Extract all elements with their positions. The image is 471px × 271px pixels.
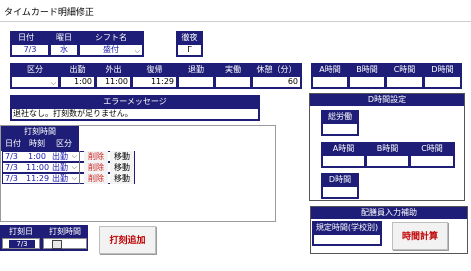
punch-col-kind: 区分 (50, 138, 78, 149)
delete-button[interactable]: 削除 (84, 162, 108, 173)
panel-a-field[interactable] (322, 155, 365, 167)
panel-b-header: B時間 (366, 143, 409, 154)
panel-d-label: D時間 (322, 174, 358, 185)
shukkin-field[interactable]: 1:00 (60, 76, 95, 88)
punch-date: 7/3 (5, 174, 18, 183)
b-time-field[interactable] (349, 76, 385, 88)
move-button[interactable]: 移動 (110, 162, 134, 173)
punch-time[interactable]: 1:00 (28, 151, 46, 162)
dist-field-label: 規定時間(学校別) (313, 222, 381, 233)
punch-kind: 出勤 (52, 152, 68, 161)
punch-time[interactable]: 11:00 (26, 162, 49, 173)
c-time-header: C時間 (386, 64, 423, 75)
title-bar: タイムカード明細修正 (0, 0, 471, 22)
add-punch-button[interactable]: 打刻追加 (99, 226, 156, 254)
shift-value: 盛付 (103, 45, 119, 54)
total-label: 総労働 (322, 111, 358, 122)
b-time-header: B時間 (349, 64, 385, 75)
punch-col-time: 時刻 (25, 138, 49, 149)
delete-button[interactable]: 削除 (84, 151, 108, 162)
punch-kind: 出勤 (52, 163, 68, 172)
punch-kind-select[interactable]: 出勤 ⌵ (52, 162, 80, 173)
add-time-label: 打刻時間 (43, 226, 87, 237)
date-label: 日付 (11, 32, 41, 43)
calendar-icon[interactable] (52, 240, 62, 249)
night-checkbox[interactable]: Γ (177, 44, 202, 56)
punch-kind: 出勤 (52, 174, 68, 183)
panel-c-header: C時間 (410, 143, 454, 154)
weekday-label: 曜日 (53, 32, 75, 43)
col-header-gaishutsu: 外出 (96, 64, 131, 75)
date-field[interactable]: 7/3 (11, 44, 49, 56)
chevron-down-icon: ⌵ (71, 163, 77, 171)
col-header-break: 休憩（分） (252, 64, 301, 75)
panel-b-field[interactable] (366, 155, 409, 167)
kubun-select[interactable]: ⌵ (11, 76, 59, 88)
time-calc-button[interactable]: 時間計算 (392, 222, 448, 250)
col-header-shukkin: 出勤 (60, 64, 95, 75)
break-field[interactable]: 60 (252, 76, 301, 88)
d-time-field[interactable] (424, 76, 461, 88)
punch-kind-select[interactable]: 出勤 ⌵ (52, 173, 80, 184)
punch-col-date: 日付 (2, 138, 24, 149)
chevron-down-icon: ⌵ (50, 79, 56, 87)
night-label: 徹夜 (177, 32, 202, 43)
shift-select[interactable]: 盛付 ⌵ (79, 44, 143, 56)
jitsudo-field[interactable] (215, 76, 251, 88)
move-button[interactable]: 移動 (110, 151, 134, 162)
window-title: タイムカード明細修正 (4, 8, 94, 18)
col-header-taikin: 退勤 (178, 64, 214, 75)
move-button[interactable]: 移動 (110, 173, 134, 184)
punch-date: 7/3 (5, 163, 18, 172)
chevron-down-icon: ⌵ (71, 174, 77, 182)
punch-list-title: 打刻時間 (1, 126, 79, 138)
total-field[interactable] (322, 123, 358, 135)
dtime-panel-title: D時間設定 (310, 94, 464, 106)
delete-button[interactable]: 削除 (84, 173, 108, 184)
col-header-jitsudo: 実働 (215, 64, 251, 75)
add-time-field[interactable] (43, 238, 87, 249)
dist-field[interactable] (313, 234, 381, 245)
punch-date: 7/3 (5, 152, 18, 161)
punch-time[interactable]: 11:29 (26, 173, 49, 184)
chevron-down-icon: ⌵ (134, 47, 140, 55)
gaishutsu-field[interactable]: 11:00 (96, 76, 131, 88)
d-time-header: D時間 (424, 64, 461, 75)
add-date-field[interactable]: 7/3 (2, 238, 40, 249)
shift-label: シフト名 (86, 32, 136, 43)
panel-d-field[interactable] (322, 186, 358, 198)
fukki-field[interactable]: 11:29 (132, 76, 177, 88)
col-header-kubun: 区分 (11, 64, 59, 75)
chevron-down-icon: ⌵ (71, 152, 77, 160)
add-date-value: 7/3 (9, 240, 35, 248)
weekday-field[interactable]: 水 (50, 44, 78, 56)
c-time-field[interactable] (386, 76, 423, 88)
error-header: エラーメッセージ (11, 96, 259, 107)
a-time-header: A時間 (312, 64, 348, 75)
panel-c-field[interactable] (410, 155, 454, 167)
a-time-field[interactable] (312, 76, 348, 88)
taikin-field[interactable] (178, 76, 214, 88)
col-header-fukki: 復帰 (132, 64, 177, 75)
error-message-text: 退社なし。打刻数が足りません。 (11, 108, 259, 120)
punch-kind-select[interactable]: 出勤 ⌵ (52, 151, 80, 162)
panel-a-header: A時間 (322, 143, 365, 154)
add-date-label: 打刻日 (1, 226, 41, 237)
dist-panel-title: 配膳員入力補助 (311, 207, 467, 219)
